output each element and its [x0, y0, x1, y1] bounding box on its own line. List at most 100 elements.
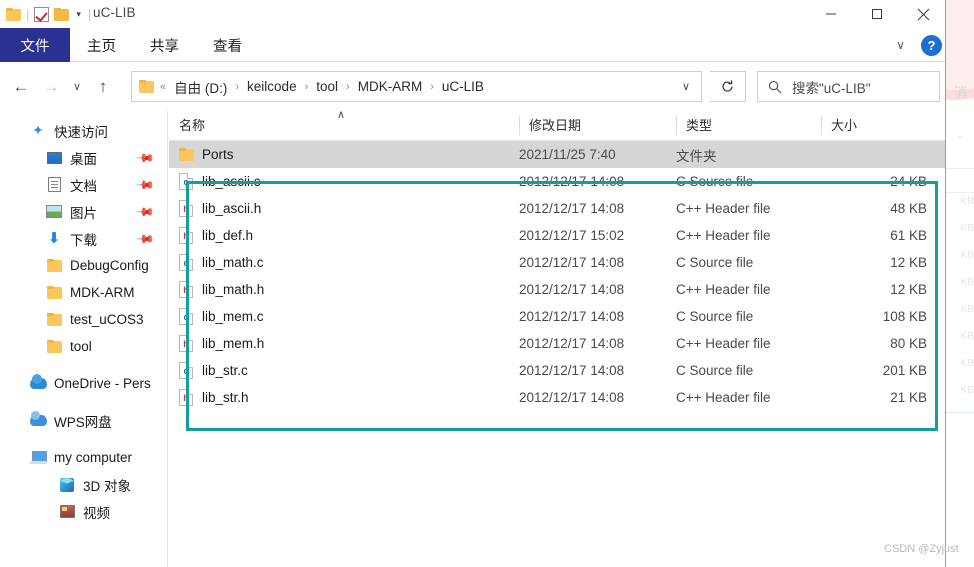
sidebar-item-quick-access[interactable]: ✦ 快速访问 — [0, 117, 167, 144]
sidebar-item-wps-cloud[interactable]: WPS网盘 — [0, 407, 167, 434]
cell-type: C Source file — [676, 174, 754, 189]
sidebar-item-desktop[interactable]: 桌面 📌 — [0, 144, 167, 171]
table-row[interactable]: h lib_str.h 2012/12/17 14:08 C++ Header … — [169, 384, 946, 411]
sidebar-item-videos[interactable]: 视频 — [0, 498, 167, 525]
sidebar-item-my-computer[interactable]: my computer — [0, 444, 167, 471]
maximize-button[interactable] — [854, 0, 900, 28]
breadcrumb-item-mdk-arm[interactable]: MDK-ARM — [357, 79, 424, 94]
h-file-icon: h — [179, 227, 193, 244]
tab-file[interactable]: 文件 — [0, 28, 70, 62]
documents-icon — [45, 176, 63, 194]
cell-size: 24 KB — [890, 174, 927, 189]
onedrive-icon — [29, 374, 47, 393]
ghost-row: KB — [960, 331, 974, 342]
refresh-button[interactable] — [710, 71, 746, 102]
ghost-row: KB — [960, 304, 974, 315]
up-button[interactable]: ↑ — [88, 71, 118, 102]
sidebar-item-3d-objects[interactable]: 3D 对象 — [0, 471, 167, 498]
close-button[interactable] — [900, 0, 946, 28]
table-row[interactable]: h lib_mem.h 2012/12/17 14:08 C++ Header … — [169, 330, 946, 357]
table-row[interactable]: c lib_mem.c 2012/12/17 14:08 C Source fi… — [169, 303, 946, 330]
file-name: lib_def.h — [202, 228, 254, 243]
address-breadcrumb-bar[interactable]: « 自由 (D:) › keilcode › tool › MDK-ARM › … — [131, 71, 702, 102]
sidebar-item-tool[interactable]: tool — [0, 333, 167, 360]
cell-size: 61 KB — [890, 228, 927, 243]
background-page-bleed: 消 ⌄ KB KB KB KB KB KB KB KB — [946, 0, 974, 567]
search-box[interactable]: 搜索"uC-LIB" — [757, 71, 940, 102]
back-button[interactable]: ← — [6, 71, 36, 102]
tab-view[interactable]: 查看 — [196, 28, 259, 62]
column-header-size[interactable]: 大小 — [821, 116, 931, 135]
file-name: lib_math.c — [202, 255, 264, 270]
breadcrumb-item-tool[interactable]: tool — [315, 79, 339, 94]
h-file-icon: h — [179, 281, 193, 298]
divider: | — [87, 6, 92, 22]
sidebar-item-test-ucos3[interactable]: test_uCOS3 — [0, 306, 167, 333]
sidebar-item-downloads[interactable]: ⬇ 下载 📌 — [0, 225, 167, 252]
folder-icon — [45, 338, 63, 356]
sidebar-item-label: WPS网盘 — [54, 414, 112, 430]
wps-cloud-icon — [29, 411, 47, 430]
3d-objects-icon — [58, 476, 76, 494]
table-row[interactable]: c lib_str.c 2012/12/17 14:08 C Source fi… — [169, 357, 946, 384]
search-input[interactable]: 搜索"uC-LIB" — [792, 77, 871, 97]
tab-home[interactable]: 主页 — [70, 28, 133, 62]
properties-checkbox-icon[interactable] — [34, 6, 50, 22]
cell-type: C++ Header file — [676, 228, 771, 243]
cell-date: 2012/12/17 14:08 — [519, 363, 625, 378]
pin-icon[interactable]: 📌 — [135, 201, 155, 221]
breadcrumb: « 自由 (D:) › keilcode › tool › MDK-ARM › … — [160, 77, 675, 97]
h-file-icon: h — [179, 389, 193, 406]
address-bar-row: ← → ∨ ↑ « 自由 (D:) › keilcode › tool › MD… — [0, 63, 946, 110]
cell-name: h lib_str.h — [169, 389, 519, 406]
breadcrumb-root-chevrons[interactable]: « — [160, 81, 173, 93]
pin-icon[interactable]: 📌 — [135, 147, 155, 167]
table-row[interactable]: c lib_ascii.c 2012/12/17 14:08 C Source … — [169, 168, 946, 195]
pin-icon[interactable]: 📌 — [135, 228, 155, 248]
tab-share[interactable]: 共享 — [133, 28, 196, 62]
cell-type: C++ Header file — [676, 282, 771, 297]
sidebar-item-label: 3D 对象 — [83, 478, 132, 494]
breadcrumb-item-uc-lib[interactable]: uC-LIB — [441, 79, 485, 94]
column-header-date-modified[interactable]: 修改日期 — [519, 116, 676, 135]
folder-icon — [139, 80, 154, 93]
help-button[interactable]: ? — [921, 34, 942, 56]
cell-date: 2012/12/17 14:08 — [519, 255, 625, 270]
cell-name: c lib_mem.c — [169, 308, 519, 325]
c-file-icon: c — [179, 173, 193, 190]
customize-caret-icon[interactable]: ▾ — [74, 9, 83, 19]
address-dropdown-caret-icon[interactable]: ∨ — [675, 80, 697, 93]
expand-ribbon-caret-icon[interactable]: ∨ — [890, 36, 911, 54]
sidebar-item-label: 快速访问 — [54, 124, 108, 140]
folder-icon[interactable] — [6, 7, 21, 21]
cell-date: 2021/11/25 7:40 — [519, 147, 616, 162]
cell-size: 21 KB — [890, 390, 927, 405]
table-row[interactable]: h lib_ascii.h 2012/12/17 14:08 C++ Heade… — [169, 195, 946, 222]
pin-icon[interactable]: 📌 — [135, 174, 155, 194]
recent-locations-caret-icon[interactable]: ∨ — [66, 71, 88, 102]
new-folder-icon[interactable] — [54, 7, 70, 21]
breadcrumb-item-drive[interactable]: 自由 (D:) — [173, 77, 228, 97]
table-row[interactable]: h lib_math.h 2012/12/17 14:08 C++ Header… — [169, 276, 946, 303]
sidebar-item-mdk-arm[interactable]: MDK-ARM — [0, 279, 167, 306]
minimize-button[interactable] — [808, 0, 854, 28]
sidebar-item-label: MDK-ARM — [70, 285, 135, 300]
column-header-type[interactable]: 类型 — [676, 116, 821, 135]
breadcrumb-item-keilcode[interactable]: keilcode — [246, 79, 298, 94]
sidebar-item-pictures[interactable]: 图片 📌 — [0, 198, 167, 225]
column-header-name[interactable]: 名称 — [169, 116, 519, 135]
sidebar-item-onedrive[interactable]: OneDrive - Pers — [0, 370, 167, 397]
cell-type: C Source file — [676, 363, 754, 378]
pictures-icon — [45, 203, 63, 221]
forward-button[interactable]: → — [36, 71, 66, 102]
sidebar-item-label: DebugConfig — [70, 258, 149, 273]
table-row[interactable]: h lib_def.h 2012/12/17 15:02 C++ Header … — [169, 222, 946, 249]
sidebar-item-documents[interactable]: 文档 📌 — [0, 171, 167, 198]
table-row[interactable]: c lib_math.c 2012/12/17 14:08 C Source f… — [169, 249, 946, 276]
table-row[interactable]: Ports 2021/11/25 7:40 文件夹 — [169, 141, 946, 168]
ribbon-right-controls: ∨ ? — [890, 28, 942, 62]
sidebar-item-debugconfig[interactable]: DebugConfig — [0, 252, 167, 279]
cell-name: Ports — [169, 147, 519, 162]
sidebar-item-label: 文档 — [70, 178, 97, 194]
sidebar-item-label: 视频 — [83, 505, 110, 521]
